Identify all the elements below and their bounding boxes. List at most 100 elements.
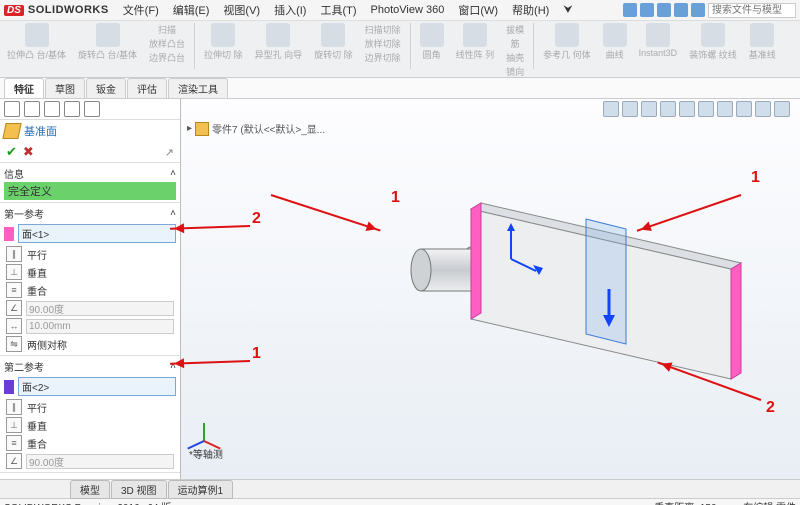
pm-tab-property-icon[interactable] <box>24 101 40 117</box>
pm-status: 完全定义 <box>4 182 176 200</box>
rb-revolve-boss[interactable]: 旋转凸 台/基体 <box>75 23 140 61</box>
part-icon <box>195 122 209 136</box>
graphics-viewport[interactable]: ▸ 零件7 (默认<<默认>_显... 1 <box>181 99 800 479</box>
menu-tools[interactable]: 工具(T) <box>314 1 362 19</box>
tab-motion[interactable]: 运动算例1 <box>168 480 234 499</box>
new-icon[interactable] <box>623 3 637 17</box>
menu-file[interactable]: 文件(F) <box>117 1 165 19</box>
hide-show-icon[interactable] <box>717 101 733 117</box>
apply-scene-icon[interactable] <box>755 101 771 117</box>
tab-sheetmetal[interactable]: 钣金 <box>86 78 126 98</box>
menu-view[interactable]: 视图(V) <box>217 1 266 19</box>
ref1-selection-box[interactable]: 面<1> <box>18 224 176 243</box>
ref1-color-swatch <box>4 227 14 241</box>
ok-button[interactable]: ✔ <box>6 144 17 160</box>
pm-info-header[interactable]: 信息˄ <box>4 165 176 182</box>
coincident-icon: ≡ <box>6 435 22 451</box>
prev-view-icon[interactable] <box>641 101 657 117</box>
rb-ref-geom[interactable]: 参考几 何体 <box>540 23 594 61</box>
rb-revolve-cut[interactable]: 旋转切 除 <box>311 23 356 61</box>
menu-bar: DS SOLIDWORKS 文件(F) 编辑(E) 视图(V) 插入(I) 工具… <box>0 0 800 21</box>
rb-thread[interactable]: 装饰螺 纹线 <box>686 23 740 61</box>
opt-perpendicular[interactable]: ⊥垂直 <box>4 263 176 281</box>
view-settings-icon[interactable] <box>774 101 790 117</box>
open-icon[interactable] <box>640 3 654 17</box>
pm-ref1-header[interactable]: 第一参考˄ <box>4 205 176 222</box>
ref1-angle-input[interactable] <box>26 301 174 316</box>
section-view-icon[interactable] <box>660 101 676 117</box>
search-input[interactable] <box>708 3 796 18</box>
zoom-area-icon[interactable] <box>622 101 638 117</box>
pm-tab-dimxpert-icon[interactable] <box>64 101 80 117</box>
pm-title-text: 基准面 <box>24 123 57 139</box>
orientation-triad[interactable] <box>189 405 229 445</box>
extrude-boss-icon <box>25 23 49 47</box>
pm-tab-display-icon[interactable] <box>84 101 100 117</box>
rb-sweep[interactable]: 扫描放样凸台边界凸台 <box>146 23 188 64</box>
menu-photoview[interactable]: PhotoView 360 <box>365 3 451 17</box>
save-icon[interactable] <box>657 3 671 17</box>
edit-appearance-icon[interactable] <box>736 101 752 117</box>
angle-icon: ∠ <box>6 300 22 316</box>
menu-window[interactable]: 窗口(W) <box>452 1 504 19</box>
view-orient-icon[interactable] <box>679 101 695 117</box>
opt-parallel-2[interactable]: ∥平行 <box>4 398 176 416</box>
tab-3dview[interactable]: 3D 视图 <box>111 480 167 499</box>
opt-coincident-2[interactable]: ≡重合 <box>4 434 176 452</box>
menu-edit[interactable]: 编辑(E) <box>167 1 216 19</box>
print-icon[interactable] <box>674 3 688 17</box>
pm-title: 基准面 <box>0 120 180 142</box>
tab-features[interactable]: 特征 <box>4 78 44 98</box>
cancel-button[interactable]: ✖ <box>23 144 34 160</box>
tab-evaluate[interactable]: 评估 <box>127 78 167 98</box>
distance-icon: ↔ <box>6 318 22 334</box>
opt-parallel[interactable]: ∥平行 <box>4 245 176 263</box>
menu-dropdown-icon[interactable]: ⮟ <box>557 3 578 18</box>
display-style-icon[interactable] <box>698 101 714 117</box>
rb-curves[interactable]: 曲线 <box>600 23 630 61</box>
view-label: *等轴测 <box>189 446 223 461</box>
tab-model[interactable]: 模型 <box>70 480 110 499</box>
menu-search <box>623 3 796 18</box>
pm-tab-feature-icon[interactable] <box>4 101 20 117</box>
opt-perpendicular-2[interactable]: ⊥垂直 <box>4 416 176 434</box>
bottom-tabs: 模型 3D 视图 运动算例1 <box>0 479 800 498</box>
revolve-boss-icon <box>96 23 120 47</box>
chevron-up-icon: ˄ <box>170 168 176 179</box>
opt-coincident[interactable]: ≡重合 <box>4 281 176 299</box>
rb-draft[interactable]: 拔模筋抽壳镜向 <box>503 23 527 78</box>
pm-tab-config-icon[interactable] <box>44 101 60 117</box>
menu-help[interactable]: 帮助(H) <box>506 1 555 19</box>
pm-ref2-header[interactable]: 第二参考˄ <box>4 358 176 375</box>
rb-extrude-boss[interactable]: 拉伸凸 台/基体 <box>4 23 69 61</box>
coincident-icon: ≡ <box>6 282 22 298</box>
opt-symmetric[interactable]: ⇋两侧对称 <box>4 335 176 353</box>
curves-icon <box>603 23 627 47</box>
linear-pattern-icon <box>463 23 487 47</box>
fillet-icon <box>420 23 444 47</box>
parallel-icon: ∥ <box>6 399 22 415</box>
pushpin-icon[interactable]: ↗ <box>165 146 174 159</box>
axis-y <box>203 423 205 441</box>
rb-linear-pattern[interactable]: 线性阵 列 <box>453 23 498 61</box>
ref1-distance-input[interactable] <box>26 319 174 334</box>
flyout-tree[interactable]: ▸ 零件7 (默认<<默认>_显... <box>187 121 325 136</box>
command-tabs: 特征 草图 钣金 评估 渲染工具 <box>0 78 800 99</box>
annotation-label-1b: 1 <box>751 169 760 187</box>
rb-instant3d[interactable]: Instant3D <box>636 23 681 58</box>
expand-icon[interactable]: ▸ <box>187 123 192 134</box>
menu-insert[interactable]: 插入(I) <box>268 1 312 19</box>
rb-sweep-cut[interactable]: 扫描切除放样切除边界切除 <box>362 23 404 64</box>
options-icon[interactable] <box>691 3 705 17</box>
tab-sketch[interactable]: 草图 <box>45 78 85 98</box>
rb-extrude-cut[interactable]: 拉伸切 除 <box>201 23 246 61</box>
axis-icon <box>750 23 774 47</box>
tab-render[interactable]: 渲染工具 <box>168 78 228 98</box>
rb-fillet[interactable]: 圆角 <box>417 23 447 61</box>
rb-hole-wizard[interactable]: 异型孔 向导 <box>252 23 306 61</box>
ref2-selection-box[interactable]: 面<2> <box>18 377 176 396</box>
ref2-angle-input[interactable] <box>26 454 174 469</box>
zoom-fit-icon[interactable] <box>603 101 619 117</box>
ribbon-sep <box>194 23 195 69</box>
rb-axis[interactable]: 基准线 <box>746 23 779 61</box>
